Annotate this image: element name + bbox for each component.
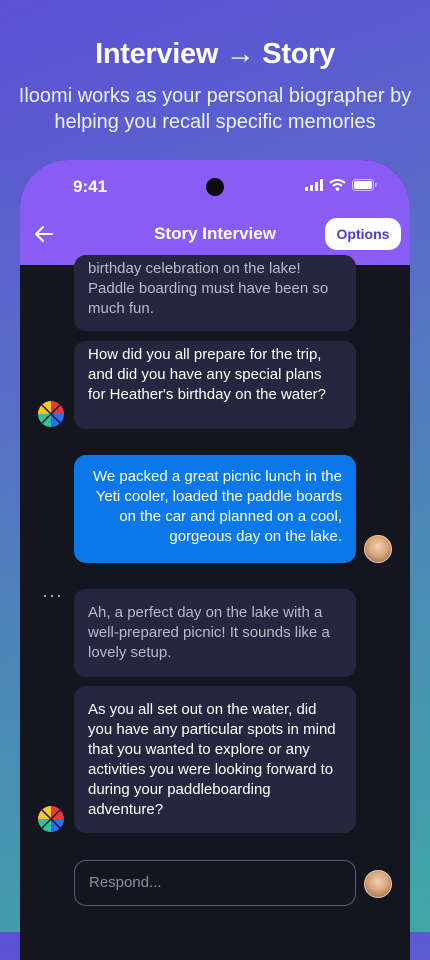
- bot-message: birthday celebration on the lake! Paddle…: [74, 255, 356, 331]
- wifi-icon: [329, 179, 346, 191]
- status-icons: [305, 179, 377, 191]
- camera-cutout: [206, 178, 224, 196]
- bot-message: How did you all prepare for the trip, an…: [74, 341, 356, 429]
- user-avatar: [364, 870, 392, 898]
- promo-subtitle: Iloomi works as your personal biographer…: [18, 85, 412, 133]
- user-avatar: [364, 535, 392, 563]
- typing-indicator: ···: [42, 585, 63, 605]
- promo-title: Interview → Story: [95, 38, 335, 70]
- options-button[interactable]: Options: [325, 218, 401, 250]
- iloomi-bot-avatar-icon: [38, 806, 64, 832]
- battery-icon: [352, 179, 377, 191]
- status-time: 9:41: [73, 177, 108, 196]
- chat-thread[interactable]: birthday celebration on the lake! Paddle…: [20, 255, 410, 960]
- cellular-signal-icon: [305, 179, 323, 191]
- respond-input[interactable]: Respond...: [74, 860, 356, 906]
- iloomi-bot-avatar-icon: [38, 401, 64, 427]
- phone-frame: 9:41 Story Interview Options birthday ce…: [20, 160, 410, 960]
- app-header: 9:41 Story Interview Options: [20, 160, 410, 265]
- bot-message: Ah, a perfect day on the lake with a wel…: [74, 589, 356, 677]
- user-message: We packed a great picnic lunch in the Ye…: [74, 455, 356, 563]
- bot-message: As you all set out on the water, did you…: [74, 686, 356, 833]
